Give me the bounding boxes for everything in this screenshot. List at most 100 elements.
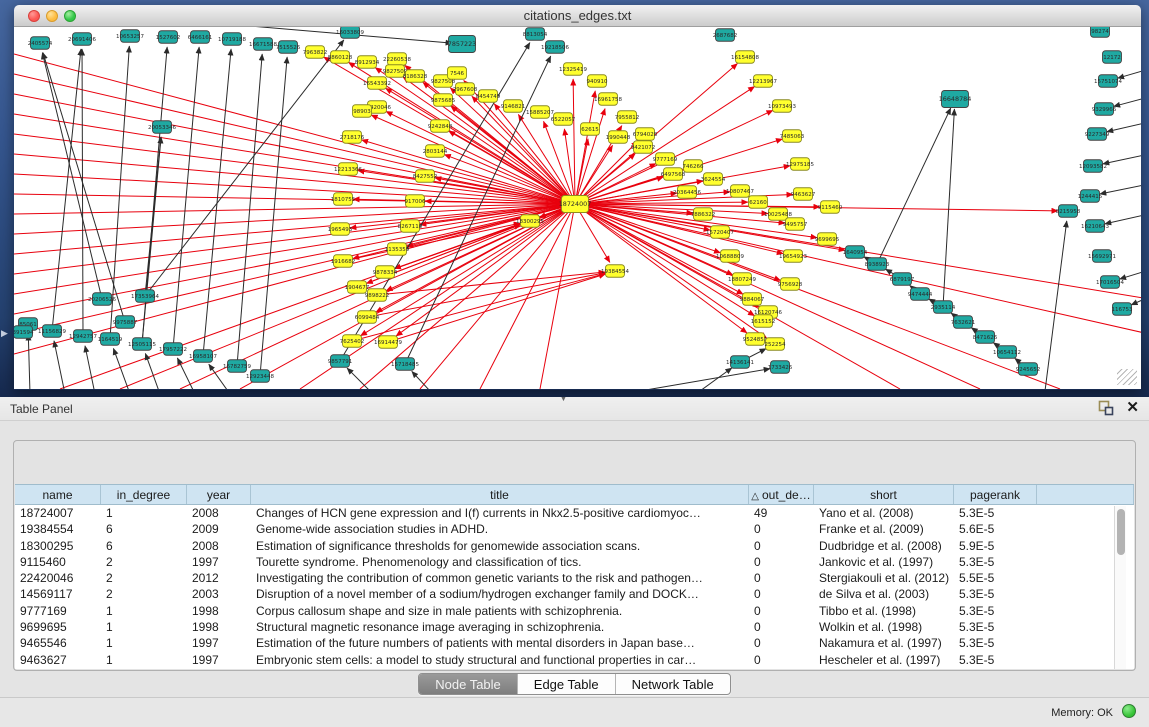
table-cell[interactable]: 0 <box>749 521 814 537</box>
table-cell[interactable]: 0 <box>749 586 814 602</box>
table-cell[interactable]: Hescheler et al. (1997) <box>814 652 954 668</box>
graph-edge[interactable] <box>14 114 575 204</box>
table-cell[interactable]: 18300295 <box>15 538 101 554</box>
close-panel-icon[interactable]: ✕ <box>1126 400 1139 416</box>
table-cell[interactable]: Tourette syndrome. Phenomenology and cla… <box>251 554 749 570</box>
graph-edge[interactable] <box>43 53 125 322</box>
column-header[interactable]: name <box>15 485 101 504</box>
table-cell[interactable]: 2 <box>101 586 187 602</box>
graph-edge[interactable] <box>14 134 575 204</box>
graph-edge[interactable] <box>449 131 575 204</box>
table-cell[interactable]: 5.9E-5 <box>954 538 1037 554</box>
table-cell[interactable]: Dudbridge et al. (2008) <box>814 538 954 554</box>
table-row[interactable]: 1872400712008Changes of HCN gene express… <box>15 505 1134 521</box>
graph-edge[interactable] <box>943 109 954 307</box>
graph-edge[interactable] <box>347 368 370 389</box>
table-cell[interactable]: 0 <box>749 652 814 668</box>
table-cell[interactable]: 1997 <box>187 554 251 570</box>
graph-edge[interactable] <box>82 49 83 336</box>
table-cell[interactable]: 1 <box>101 619 187 635</box>
table-cell[interactable]: 5.3E-5 <box>954 603 1037 619</box>
graph-edge[interactable] <box>1107 122 1141 132</box>
table-cell[interactable]: 5.3E-5 <box>954 505 1037 521</box>
table-cell[interactable]: Disruption of a novel member of a sodium… <box>251 586 749 602</box>
table-cell[interactable]: 9777169 <box>15 603 101 619</box>
graph-edge[interactable] <box>14 204 575 294</box>
table-cell[interactable]: Estimation of significance thresholds fo… <box>251 538 749 554</box>
table-cell[interactable]: 5.3E-5 <box>954 554 1037 570</box>
table-cell[interactable]: 1 <box>101 635 187 651</box>
table-cell[interactable]: 0 <box>749 570 814 586</box>
graph-edge[interactable] <box>1131 297 1141 305</box>
table-cell[interactable]: 0 <box>749 538 814 554</box>
graph-edge[interactable] <box>145 353 160 389</box>
table-cell[interactable]: 5.3E-5 <box>954 652 1037 668</box>
table-cell[interactable]: 9115460 <box>15 554 101 570</box>
graph-edge[interactable] <box>480 204 575 389</box>
column-header[interactable]: in_degree <box>101 485 187 504</box>
table-cell[interactable]: 1 <box>101 603 187 619</box>
graph-edge[interactable] <box>14 204 575 354</box>
table-row[interactable]: 977716911998Corpus callosum shape and si… <box>15 603 1134 619</box>
table-cell[interactable]: Genome-wide association studies in ADHD. <box>251 521 749 537</box>
memory-ok-indicator[interactable] <box>1122 704 1136 718</box>
graph-edge[interactable] <box>110 46 129 339</box>
table-cell[interactable]: Structural magnetic resonance image aver… <box>251 619 749 635</box>
graph-edge[interactable] <box>1118 69 1141 78</box>
graph-edge[interactable] <box>85 346 95 389</box>
table-cell[interactable]: 19384554 <box>15 521 101 537</box>
table-cell[interactable]: 2003 <box>187 586 251 602</box>
column-header[interactable]: pagerank <box>954 485 1037 504</box>
column-header[interactable]: short <box>814 485 954 504</box>
table-cell[interactable]: 1997 <box>187 652 251 668</box>
table-cell[interactable]: 5.3E-5 <box>954 635 1037 651</box>
graph-edge[interactable] <box>352 274 605 341</box>
table-cell[interactable]: 49 <box>749 505 814 521</box>
west-splitter-handle[interactable]: ▶ <box>1 328 8 339</box>
table-cell[interactable]: 1998 <box>187 603 251 619</box>
table-cell[interactable]: Estimation of the future numbers of pati… <box>251 635 749 651</box>
table-cell[interactable]: 2009 <box>187 521 251 537</box>
table-cell[interactable]: 5.3E-5 <box>954 619 1037 635</box>
table-cell[interactable]: 5.3E-5 <box>954 586 1037 602</box>
table-row[interactable]: 946554611997Estimation of the future num… <box>15 635 1134 651</box>
table-cell[interactable]: 6 <box>101 538 187 554</box>
table-row[interactable]: 969969511998Structural magnetic resonanc… <box>15 619 1134 635</box>
graph-edge[interactable] <box>1100 184 1141 194</box>
table-cell[interactable]: Investigating the contribution of common… <box>251 570 749 586</box>
float-window-icon[interactable] <box>1098 400 1114 416</box>
graph-edge[interactable] <box>1114 97 1141 106</box>
table-cell[interactable]: Corpus callosum shape and size in male p… <box>251 603 749 619</box>
table-row[interactable]: 2242004622012Investigating the contribut… <box>15 570 1134 586</box>
table-row[interactable]: 911546021997Tourette syndrome. Phenomeno… <box>15 554 1134 570</box>
graph-edge[interactable] <box>575 204 1141 334</box>
table-cell[interactable]: 2008 <box>187 505 251 521</box>
tab-edge-table[interactable]: Edge Table <box>518 674 616 694</box>
table-cell[interactable]: 6 <box>101 521 187 537</box>
table-cell[interactable]: Tibbo et al. (1998) <box>814 603 954 619</box>
graph-edge[interactable] <box>1045 221 1067 389</box>
graph-edge[interactable] <box>1103 154 1141 164</box>
column-header[interactable]: title <box>251 485 749 504</box>
table-cell[interactable]: 5.5E-5 <box>954 570 1037 586</box>
graph-edge[interactable] <box>540 204 575 389</box>
graph-edge[interactable] <box>28 334 30 389</box>
graph-edge[interactable] <box>573 79 575 204</box>
table-cell[interactable]: 2012 <box>187 570 251 586</box>
table-vertical-scrollbar[interactable] <box>1114 506 1126 669</box>
table-row[interactable]: 946362711997Embryonic stem cells: a mode… <box>15 652 1134 668</box>
tab-network-table[interactable]: Network Table <box>616 674 730 694</box>
graph-edge[interactable] <box>377 272 605 295</box>
table-cell[interactable]: 9699695 <box>15 619 101 635</box>
table-cell[interactable]: 0 <box>749 635 814 651</box>
citation-network-graph[interactable]: 1872400779638228860128891293422260538982… <box>14 27 1141 389</box>
window-titlebar[interactable]: citations_edges.txt <box>14 5 1141 27</box>
table-header-row[interactable]: namein_degreeyeartitle△out_de…shortpager… <box>15 484 1134 505</box>
table-cell[interactable]: 5.6E-5 <box>954 521 1037 537</box>
splitter-collapse-icon[interactable]: ▼ <box>560 396 567 403</box>
graph-edge[interactable] <box>52 49 81 331</box>
table-cell[interactable]: 2 <box>101 554 187 570</box>
table-cell[interactable]: Franke et al. (2009) <box>814 521 954 537</box>
table-cell[interactable]: Jankovic et al. (1997) <box>814 554 954 570</box>
table-cell[interactable]: 2008 <box>187 538 251 554</box>
